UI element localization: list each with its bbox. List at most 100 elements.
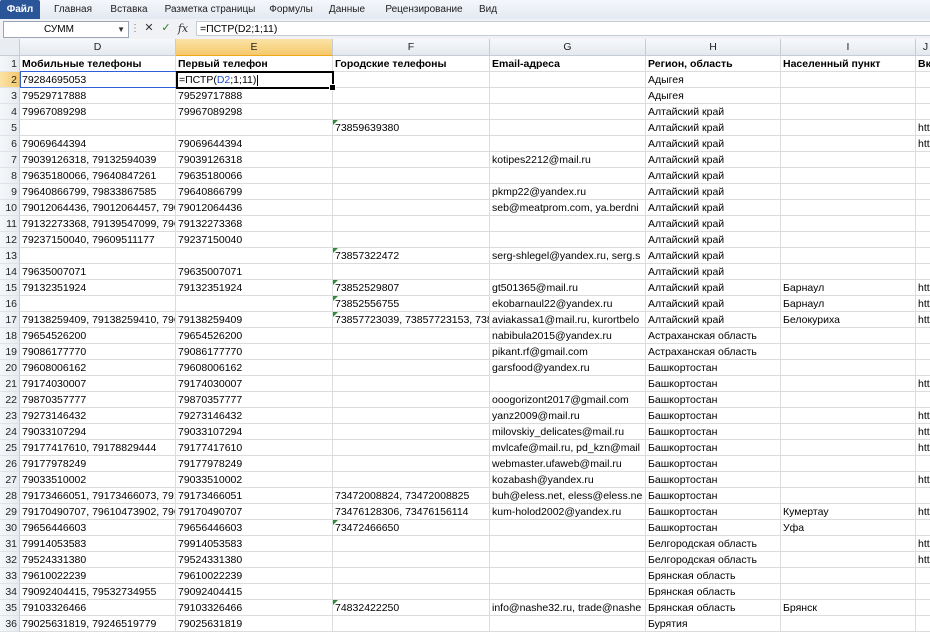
cell-h31[interactable]: Белгородская область	[646, 536, 781, 552]
cell-i26[interactable]	[781, 456, 916, 472]
column-title-j[interactable]: Вк	[916, 56, 930, 72]
cell-e26[interactable]: 79177978249	[176, 456, 333, 472]
cell-d25[interactable]: 79177417610, 79178829444	[20, 440, 176, 456]
cell-i8[interactable]	[781, 168, 916, 184]
row-header-13[interactable]: 13	[0, 248, 20, 264]
cell-j19[interactable]	[916, 344, 930, 360]
cell-g13[interactable]: serg-shlegel@yandex.ru, serg.s	[490, 248, 646, 264]
cell-d7[interactable]: 79039126318, 79132594039	[20, 152, 176, 168]
cell-g18[interactable]: nabibula2015@yandex.ru	[490, 328, 646, 344]
cell-i22[interactable]	[781, 392, 916, 408]
cell-g10[interactable]: seb@meatprom.com, ya.berdni	[490, 200, 646, 216]
cell-e10[interactable]: 79012064436	[176, 200, 333, 216]
column-title-f[interactable]: Городские телефоны	[333, 56, 490, 72]
cell-i32[interactable]	[781, 552, 916, 568]
row-header-28[interactable]: 28	[0, 488, 20, 504]
cell-g36[interactable]	[490, 616, 646, 632]
cell-e36[interactable]: 79025631819	[176, 616, 333, 632]
cell-e23[interactable]: 79273146432	[176, 408, 333, 424]
row-header-27[interactable]: 27	[0, 472, 20, 488]
cell-e21[interactable]: 79174030007	[176, 376, 333, 392]
row-header-35[interactable]: 35	[0, 600, 20, 616]
cell-i36[interactable]	[781, 616, 916, 632]
cell-h22[interactable]: Башкортостан	[646, 392, 781, 408]
cell-g21[interactable]	[490, 376, 646, 392]
cell-f24[interactable]	[333, 424, 490, 440]
row-header-5[interactable]: 5	[0, 120, 20, 136]
cell-d5[interactable]	[20, 120, 176, 136]
cell-f13[interactable]: 73857322472	[333, 248, 490, 264]
cell-h6[interactable]: Алтайский край	[646, 136, 781, 152]
cell-j25[interactable]: htt	[916, 440, 930, 456]
cell-f35[interactable]: 74832422250	[333, 600, 490, 616]
cell-h27[interactable]: Башкортостан	[646, 472, 781, 488]
column-header-d[interactable]: D	[20, 39, 176, 56]
row-header-14[interactable]: 14	[0, 264, 20, 280]
cell-i2[interactable]	[781, 72, 916, 88]
cell-g33[interactable]	[490, 568, 646, 584]
cell-f22[interactable]	[333, 392, 490, 408]
cell-j10[interactable]	[916, 200, 930, 216]
cell-e12[interactable]: 79237150040	[176, 232, 333, 248]
cell-d33[interactable]: 79610022239	[20, 568, 176, 584]
cell-f6[interactable]	[333, 136, 490, 152]
row-header-24[interactable]: 24	[0, 424, 20, 440]
cell-e19[interactable]: 79086177770	[176, 344, 333, 360]
cell-h20[interactable]: Башкортостан	[646, 360, 781, 376]
cell-e17[interactable]: 79138259409	[176, 312, 333, 328]
row-header-20[interactable]: 20	[0, 360, 20, 376]
cell-e25[interactable]: 79177417610	[176, 440, 333, 456]
active-cell-editor[interactable]: =ПСТР(D2;1;11)	[176, 71, 336, 91]
cell-f16[interactable]: 73852556755	[333, 296, 490, 312]
cell-e4[interactable]: 79967089298	[176, 104, 333, 120]
cell-e8[interactable]: 79635180066	[176, 168, 333, 184]
cell-f4[interactable]	[333, 104, 490, 120]
cell-i6[interactable]	[781, 136, 916, 152]
cell-h8[interactable]: Алтайский край	[646, 168, 781, 184]
cell-j16[interactable]: htt	[916, 296, 930, 312]
cell-e16[interactable]	[176, 296, 333, 312]
cell-g25[interactable]: mvlcafe@mail.ru, pd_kzn@mail	[490, 440, 646, 456]
cell-j23[interactable]: htt	[916, 408, 930, 424]
cell-g17[interactable]: aviakassa1@mail.ru, kurortbelo	[490, 312, 646, 328]
row-header-36[interactable]: 36	[0, 616, 20, 632]
cell-d29[interactable]: 79170490707, 79610473902, 7961	[20, 504, 176, 520]
cell-f33[interactable]	[333, 568, 490, 584]
cell-f3[interactable]	[333, 88, 490, 104]
tab-page-layout[interactable]: Разметка страницы	[162, 0, 258, 19]
insert-function-icon[interactable]: fx	[175, 21, 191, 36]
tab-file[interactable]: Файл	[0, 0, 40, 19]
cell-i12[interactable]	[781, 232, 916, 248]
cell-j14[interactable]	[916, 264, 930, 280]
cell-e15[interactable]: 79132351924	[176, 280, 333, 296]
cell-d15[interactable]: 79132351924	[20, 280, 176, 296]
cell-d24[interactable]: 79033107294	[20, 424, 176, 440]
cell-f26[interactable]	[333, 456, 490, 472]
cell-i21[interactable]	[781, 376, 916, 392]
cell-d9[interactable]: 79640866799, 79833867585	[20, 184, 176, 200]
cell-d11[interactable]: 79132273368, 79139547099, 7963	[20, 216, 176, 232]
cell-d20[interactable]: 79608006162	[20, 360, 176, 376]
row-header-6[interactable]: 6	[0, 136, 20, 152]
cell-e9[interactable]: 79640866799	[176, 184, 333, 200]
cell-h11[interactable]: Алтайский край	[646, 216, 781, 232]
cell-j5[interactable]: htt	[916, 120, 930, 136]
row-header-3[interactable]: 3	[0, 88, 20, 104]
cell-d28[interactable]: 79173466051, 79173466073, 7917	[20, 488, 176, 504]
cell-j8[interactable]	[916, 168, 930, 184]
row-header-34[interactable]: 34	[0, 584, 20, 600]
cell-e35[interactable]: 79103326466	[176, 600, 333, 616]
cell-j15[interactable]: htt	[916, 280, 930, 296]
enter-icon[interactable]: ✓	[158, 21, 174, 36]
cell-i30[interactable]: Уфа	[781, 520, 916, 536]
cell-e30[interactable]: 79656446603	[176, 520, 333, 536]
cell-g7[interactable]: kotipes2212@mail.ru	[490, 152, 646, 168]
cell-j33[interactable]	[916, 568, 930, 584]
cell-d35[interactable]: 79103326466	[20, 600, 176, 616]
row-header-11[interactable]: 11	[0, 216, 20, 232]
cell-f14[interactable]	[333, 264, 490, 280]
cell-g23[interactable]: yanz2009@mail.ru	[490, 408, 646, 424]
row-header-19[interactable]: 19	[0, 344, 20, 360]
cell-e34[interactable]: 79092404415	[176, 584, 333, 600]
cell-h34[interactable]: Брянская область	[646, 584, 781, 600]
